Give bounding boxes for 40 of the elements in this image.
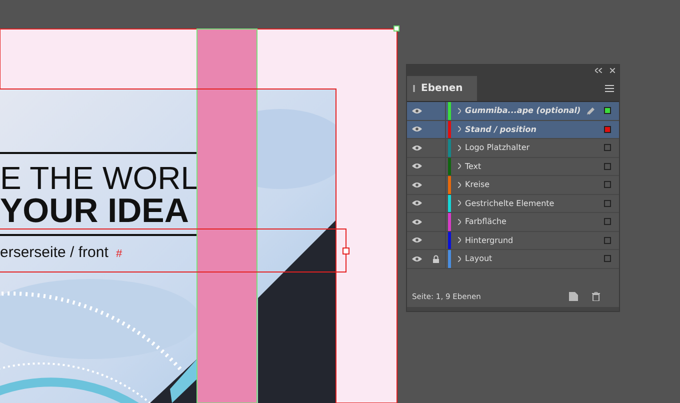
layer-name: Farbfläche	[465, 217, 508, 226]
layer-name: Kreise	[465, 180, 491, 190]
eye-icon[interactable]	[412, 144, 422, 151]
caption: erserseite / front	[0, 244, 108, 261]
layers-tab[interactable]: Ebenen	[407, 76, 477, 101]
new-layer-icon[interactable]	[569, 292, 578, 300]
selection-square[interactable]	[604, 107, 611, 114]
layer-row[interactable]: Kreise	[407, 176, 619, 194]
collapse-icon[interactable]	[595, 68, 602, 73]
trash-icon[interactable]	[592, 292, 600, 300]
layer-row[interactable]: Stand / position	[407, 120, 619, 139]
eye-icon[interactable]	[412, 182, 422, 188]
eye-icon[interactable]	[412, 256, 422, 262]
layer-row[interactable]: Hintergrund	[407, 232, 619, 250]
menu-icon[interactable]	[605, 85, 614, 92]
eye-icon[interactable]	[412, 218, 422, 225]
eye-icon[interactable]	[412, 163, 422, 170]
layer-row[interactable]: Logo Platzhalter	[407, 139, 619, 158]
eye-icon[interactable]	[412, 237, 422, 244]
layer-row[interactable]: Text	[407, 158, 619, 176]
frame-handle[interactable]	[342, 248, 350, 254]
layer-name: Layout	[465, 254, 494, 264]
layer-name: Stand / position	[465, 124, 538, 134]
corner-handle[interactable]	[394, 26, 400, 32]
layer-name: Gestrichelte Elemente	[465, 198, 556, 208]
layer-name: Text	[465, 162, 482, 171]
layer-name: Hintergrund	[465, 236, 514, 245]
lock-icon[interactable]	[433, 254, 439, 263]
story-end-marker: #	[116, 248, 122, 260]
eye-icon[interactable]	[412, 126, 422, 132]
layer-row[interactable]: Gestrichelte Elemente	[407, 194, 619, 213]
eye-icon[interactable]	[412, 200, 422, 206]
layer-row[interactable]: Layout	[407, 250, 619, 268]
layer-name: Logo Platzhalter	[465, 143, 531, 152]
eye-icon[interactable]	[412, 108, 422, 114]
tab-grip-icon	[412, 85, 416, 92]
close-icon[interactable]	[610, 68, 615, 73]
layer-name: Gummiba...ape (optional)	[465, 106, 582, 116]
layer-row[interactable]: Gummiba...ape (optional)	[407, 102, 619, 120]
layer-row[interactable]: Farbfläche	[407, 213, 619, 232]
